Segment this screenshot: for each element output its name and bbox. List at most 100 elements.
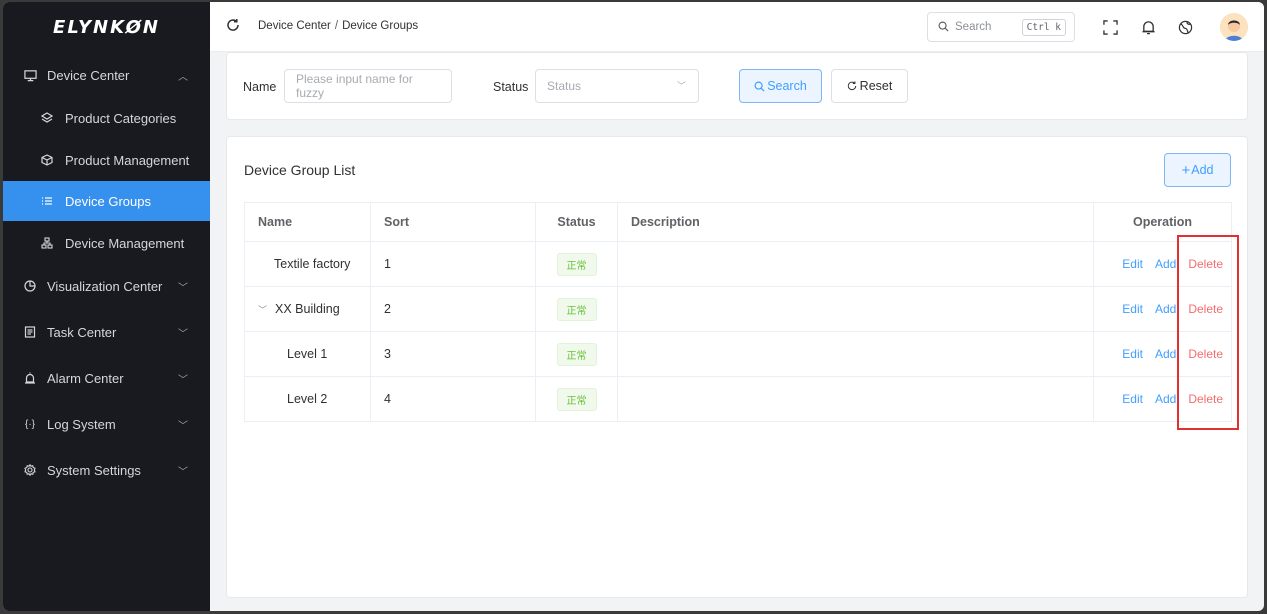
layers-icon: [40, 111, 54, 125]
sidebar-item-device-management[interactable]: Device Management: [3, 223, 210, 263]
list-title: Device Group List: [244, 162, 356, 178]
name-filter-input[interactable]: Please input name for fuzzy: [284, 69, 452, 103]
add-child-link[interactable]: Add: [1155, 257, 1176, 271]
search-button[interactable]: Search: [739, 69, 822, 103]
cell-operation: Edit Add Delete: [1093, 376, 1232, 422]
device-group-list-panel: Device Group List + Add Name Sort Status…: [226, 136, 1248, 598]
sidebar-item-product-categories[interactable]: Product Categories: [3, 98, 210, 138]
refresh-icon[interactable]: [226, 18, 242, 34]
code-icon: {·}: [24, 418, 35, 430]
delete-link[interactable]: Delete: [1188, 302, 1223, 316]
chevron-down-icon: ﹀: [178, 420, 188, 432]
search-icon: [938, 20, 949, 35]
status-select[interactable]: Status ﹀: [535, 69, 699, 103]
sidebar-item-label: Device Groups: [65, 193, 151, 209]
cell-name: Textile factory: [244, 241, 371, 287]
chevron-up-icon: ︿: [178, 71, 188, 83]
add-child-link[interactable]: Add: [1155, 302, 1176, 316]
sidebar-item-device-groups[interactable]: Device Groups: [3, 181, 210, 221]
table-row: Level 2 4 正常 Edit Add Delete: [244, 376, 1232, 422]
sidebar-item-system-settings[interactable]: System Settings ﹀: [3, 450, 210, 490]
cell-status: 正常: [535, 331, 618, 377]
add-button-label: Add: [1191, 163, 1214, 177]
edit-link[interactable]: Edit: [1122, 347, 1143, 361]
chevron-down-icon[interactable]: ﹀: [258, 303, 267, 316]
edit-link[interactable]: Edit: [1122, 257, 1143, 271]
list-icon: [40, 194, 54, 208]
column-header-name: Name: [244, 202, 371, 242]
status-badge: 正常: [556, 387, 597, 411]
add-group-button[interactable]: + Add: [1164, 153, 1231, 187]
tree-icon: [40, 236, 54, 250]
table-row: Level 1 3 正常 Edit Add Delete: [244, 331, 1232, 377]
add-child-link[interactable]: Add: [1155, 392, 1176, 406]
column-header-sort: Sort: [370, 202, 536, 242]
refresh-icon: [847, 81, 857, 91]
sidebar-item-label: Device Center: [47, 67, 130, 83]
plus-icon: +: [1181, 161, 1191, 179]
gear-icon: [23, 463, 37, 477]
device-group-table: Name Sort Status Description Operation T…: [244, 202, 1232, 422]
sidebar-item-label: Alarm Center: [47, 370, 124, 386]
sidebar-item-product-management[interactable]: Product Management: [3, 140, 210, 180]
cell-name: Level 1: [244, 331, 371, 377]
reset-button[interactable]: Reset: [831, 69, 908, 103]
cell-name: ﹀ XX Building: [244, 286, 371, 332]
cell-sort: 2: [370, 286, 536, 332]
search-icon: [754, 81, 765, 92]
cell-operation: Edit Add Delete: [1093, 241, 1232, 287]
chevron-down-icon: ﹀: [178, 466, 188, 478]
global-search[interactable]: Search Ctrl k: [927, 12, 1075, 42]
status-badge: 正常: [556, 297, 597, 321]
breadcrumb-item-device-groups: Device Groups: [342, 20, 419, 32]
edit-link[interactable]: Edit: [1122, 392, 1143, 406]
add-child-link[interactable]: Add: [1155, 347, 1176, 361]
globe-icon[interactable]: [1175, 17, 1195, 37]
cell-operation: Edit Add Delete: [1093, 331, 1232, 377]
cell-status: 正常: [535, 286, 618, 332]
cell-description: [617, 241, 1094, 287]
sidebar-item-label: Device Management: [65, 235, 185, 251]
breadcrumb: Device Center / Device Groups: [258, 20, 418, 32]
cell-description: [617, 331, 1094, 377]
table-row: ﹀ XX Building 2 正常 Edit Add Delete: [244, 286, 1232, 332]
main-content: Device Center / Device Groups Search Ctrl …: [210, 2, 1264, 611]
chevron-down-icon: ﹀: [178, 328, 188, 340]
clipboard-icon: [23, 325, 37, 339]
sidebar-item-label: System Settings: [47, 462, 141, 478]
delete-link[interactable]: Delete: [1188, 257, 1223, 271]
column-header-operation: Operation: [1093, 202, 1232, 242]
chevron-down-icon: ﹀: [178, 374, 188, 386]
fullscreen-icon[interactable]: [1100, 17, 1120, 37]
pie-chart-icon: [23, 279, 37, 293]
name-filter-placeholder: Please input name for fuzzy: [296, 72, 413, 100]
sidebar: ELYNKØN Device Center ︿ Product Categori…: [3, 2, 210, 611]
status-badge: 正常: [556, 342, 597, 366]
column-header-status: Status: [535, 202, 618, 242]
breadcrumb-separator: /: [334, 20, 339, 32]
chevron-down-icon: ﹀: [676, 81, 686, 91]
delete-link[interactable]: Delete: [1188, 347, 1223, 361]
bell-icon[interactable]: [1138, 17, 1158, 37]
cell-status: 正常: [535, 376, 618, 422]
avatar[interactable]: [1220, 13, 1248, 41]
sidebar-item-task-center[interactable]: Task Center ﹀: [3, 312, 210, 352]
sidebar-item-alarm-center[interactable]: Alarm Center ﹀: [3, 358, 210, 398]
chevron-down-icon: ﹀: [178, 282, 188, 294]
status-select-placeholder: Status: [547, 79, 582, 93]
delete-link[interactable]: Delete: [1188, 392, 1223, 406]
cell-sort: 1: [370, 241, 536, 287]
breadcrumb-item-device-center[interactable]: Device Center: [258, 20, 331, 32]
sidebar-item-device-center[interactable]: Device Center ︿: [3, 55, 210, 95]
search-shortcut-badge: Ctrl k: [1021, 19, 1066, 36]
cell-sort: 4: [370, 376, 536, 422]
cell-name: Level 2: [244, 376, 371, 422]
sidebar-item-visualization-center[interactable]: Visualization Center ﹀: [3, 266, 210, 306]
name-filter-label: Name: [243, 80, 277, 94]
sidebar-item-label: Log System: [47, 416, 116, 432]
cell-operation: Edit Add Delete: [1093, 286, 1232, 332]
brand-logo: ELYNKØN: [53, 16, 160, 38]
top-bar: Device Center / Device Groups Search Ctrl …: [210, 2, 1264, 52]
sidebar-item-log-system[interactable]: {·} Log System ﹀: [3, 404, 210, 444]
edit-link[interactable]: Edit: [1122, 302, 1143, 316]
